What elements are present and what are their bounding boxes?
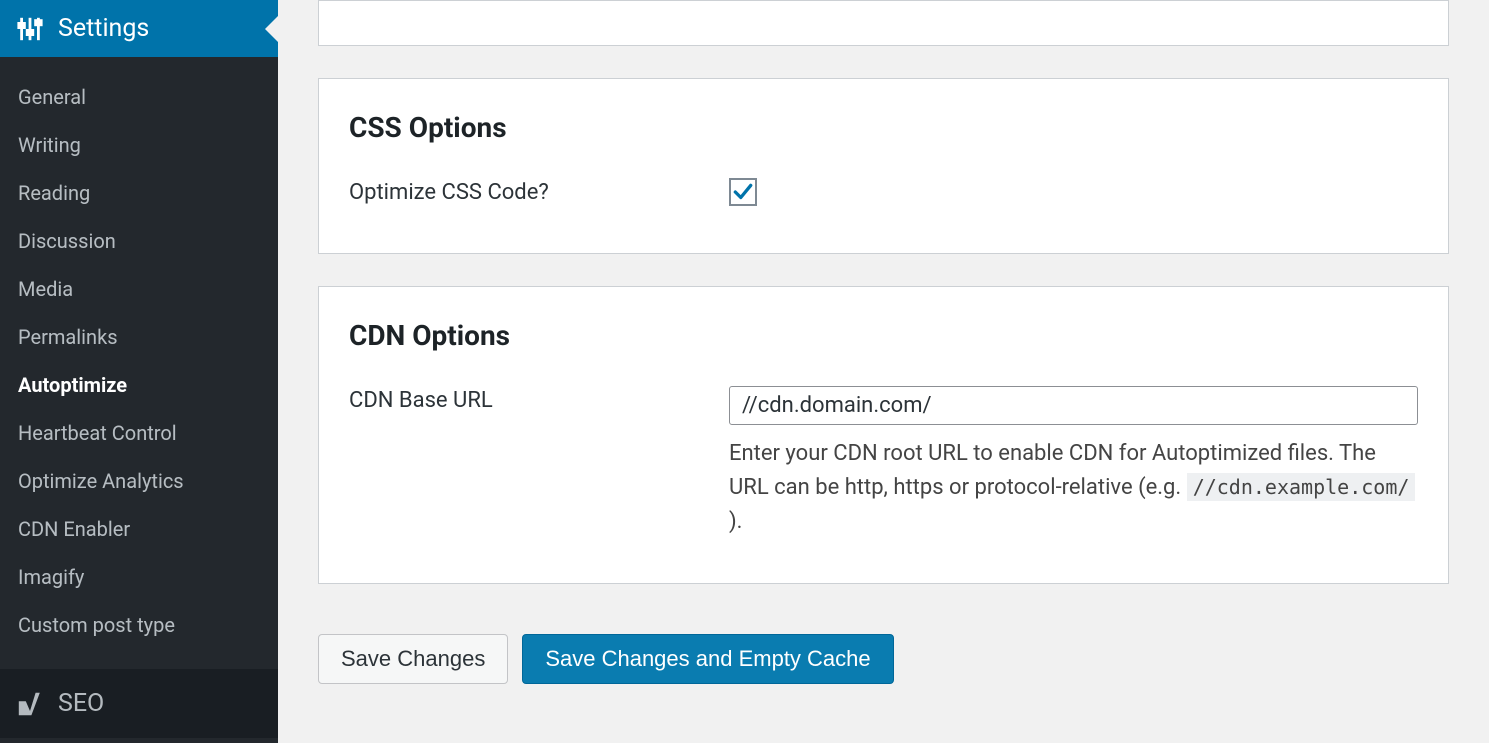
cdn-options-card: CDN Options CDN Base URL Enter your CDN … <box>318 286 1449 584</box>
sidebar-item-discussion[interactable]: Discussion <box>0 217 278 265</box>
sidebar-item-general[interactable]: General <box>0 73 278 121</box>
sidebar-menu-seo-label: SEO <box>58 689 104 718</box>
admin-sidebar: Settings General Writing Reading Discuss… <box>0 0 278 743</box>
sidebar-menu-settings-label: Settings <box>58 14 149 43</box>
sidebar-item-writing[interactable]: Writing <box>0 121 278 169</box>
optimize-css-checkbox[interactable] <box>729 178 757 206</box>
sidebar-item-media[interactable]: Media <box>0 265 278 313</box>
cdn-base-url-description: Enter your CDN root URL to enable CDN fo… <box>729 437 1418 539</box>
sidebar-menu-settings[interactable]: Settings <box>0 0 278 57</box>
sidebar-submenu: General Writing Reading Discussion Media… <box>0 57 278 669</box>
sidebar-item-imagify[interactable]: Imagify <box>0 553 278 601</box>
sliders-icon <box>16 15 44 43</box>
cdn-base-url-label: CDN Base URL <box>349 386 729 413</box>
cdn-desc-text-2: ). <box>729 509 742 534</box>
sidebar-item-cdn-enabler[interactable]: CDN Enabler <box>0 505 278 553</box>
cdn-base-url-row: CDN Base URL Enter your CDN root URL to … <box>349 386 1418 539</box>
previous-section-card <box>318 0 1449 46</box>
main-content: CSS Options Optimize CSS Code? CDN Optio… <box>278 0 1489 743</box>
css-options-card: CSS Options Optimize CSS Code? <box>318 78 1449 254</box>
yoast-icon <box>16 690 44 718</box>
cdn-base-url-input[interactable] <box>729 386 1418 425</box>
sidebar-item-autoptimize[interactable]: Autoptimize <box>0 361 278 409</box>
sidebar-item-permalinks[interactable]: Permalinks <box>0 313 278 361</box>
sidebar-item-heartbeat-control[interactable]: Heartbeat Control <box>0 409 278 457</box>
sidebar-item-optimize-analytics[interactable]: Optimize Analytics <box>0 457 278 505</box>
sidebar-item-reading[interactable]: Reading <box>0 169 278 217</box>
save-changes-button[interactable]: Save Changes <box>318 634 508 684</box>
optimize-css-row: Optimize CSS Code? <box>349 178 1418 209</box>
submit-row: Save Changes Save Changes and Empty Cach… <box>318 634 1449 684</box>
save-and-empty-cache-button[interactable]: Save Changes and Empty Cache <box>522 634 893 684</box>
optimize-css-label: Optimize CSS Code? <box>349 178 729 205</box>
cdn-desc-code: //cdn.example.com/ <box>1187 473 1416 501</box>
css-options-title: CSS Options <box>349 111 1418 144</box>
cdn-options-title: CDN Options <box>349 319 1418 352</box>
sidebar-menu-seo[interactable]: SEO <box>0 669 278 738</box>
sidebar-item-custom-post-type[interactable]: Custom post type <box>0 601 278 649</box>
